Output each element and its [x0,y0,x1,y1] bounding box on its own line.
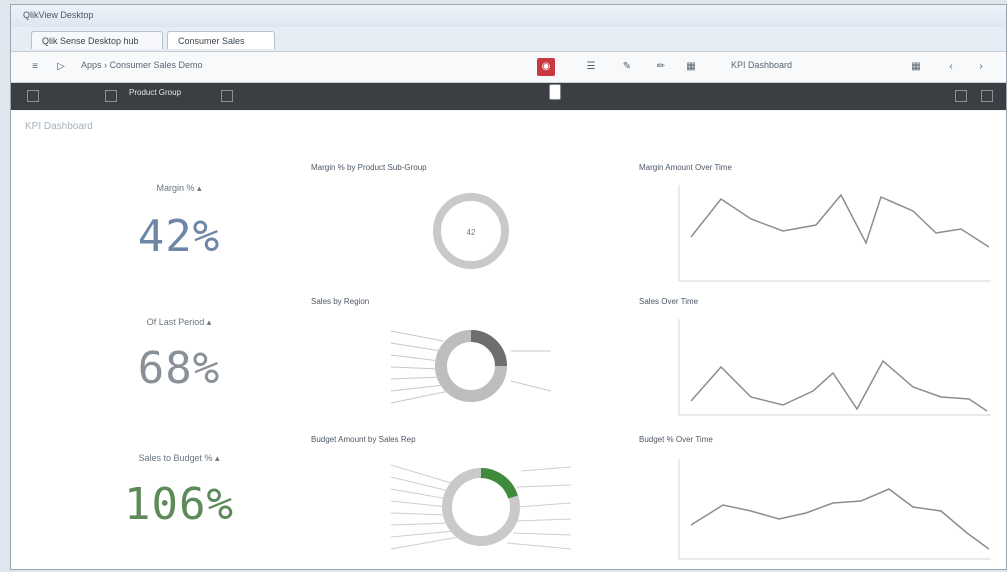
window-title: QlikView Desktop [23,10,94,20]
sheet-menu-icon[interactable]: ▦ [681,58,701,76]
forward-icon[interactable]: ▷ [51,58,71,76]
next-sheet-icon[interactable]: › [971,58,991,76]
tab-hub-label: Qlik Sense Desktop hub [42,36,139,46]
sheet-content: KPI Dashboard Margin % ▴ 42% Of Last Per… [11,111,1006,569]
snapshot-icon[interactable]: ◉ [537,58,555,76]
tab-strip: Qlik Sense Desktop hub Consumer Sales [11,27,1006,65]
chart-sales-region-title: Sales by Region [311,297,370,306]
sheet-title: KPI Dashboard [25,121,93,132]
story-icon[interactable]: ✎ [617,58,637,76]
toolbar: ≡ ▷ Apps › Consumer Sales Demo ◉ ☰ ✎ ✏ ▦… [11,52,1006,83]
sales-line [690,359,988,412]
tab-consumer-sales-label: Consumer Sales [178,36,245,46]
kpi-last-period-label: Of Last Period ▴ [146,317,212,327]
lock-icon[interactable] [221,90,233,102]
bookmark-icon[interactable]: ☰ [581,58,601,76]
chart-budget-time-title: Budget % Over Time [639,435,713,444]
chart-margin-time-title: Margin Amount Over Time [639,163,732,172]
sales-region-donut[interactable] [371,311,571,421]
donut-segment [470,330,507,367]
fullscreen-icon[interactable] [981,90,993,102]
gauge-center-value: 42 [467,228,476,237]
budget-line [690,488,990,550]
budget-time-line-chart[interactable] [651,451,996,563]
back-icon[interactable] [27,90,39,102]
sales-time-line-chart[interactable] [651,311,996,421]
mouse-cursor [549,84,561,100]
previous-sheet-icon[interactable]: ‹ [941,58,961,76]
kpi-margin-value[interactable]: 42% [89,211,269,262]
margin-product-gauge[interactable]: 42 [421,181,521,281]
kpi-budget-label: Sales to Budget % ▴ [138,453,220,463]
sheet-name[interactable]: KPI Dashboard [731,60,792,70]
budget-rep-donut[interactable] [371,451,591,563]
chart-budget-rep-title: Budget Amount by Sales Rep [311,435,416,444]
title-bar: QlikView Desktop [11,5,1006,27]
search-icon[interactable] [955,90,967,102]
margin-line [690,193,990,248]
edit-icon[interactable]: ✏ [651,58,671,76]
kpi-budget-value[interactable]: 106% [89,479,269,530]
selection-bar: Product Group [11,83,1006,110]
navigation-icon[interactable]: ≡ [25,58,45,76]
budget-donut-segment [480,468,518,499]
tab-consumer-sales[interactable]: Consumer Sales [167,31,275,65]
application-window: QlikView Desktop Qlik Sense Desktop hub … [10,4,1007,570]
list-icon[interactable] [105,90,117,102]
chart-sales-time-title: Sales Over Time [639,297,699,306]
grid-icon[interactable]: ▦ [906,58,926,76]
sheet-selector[interactable]: Product Group [129,88,181,97]
margin-time-line-chart[interactable] [651,177,996,287]
kpi-last-period-value[interactable]: 68% [89,343,269,394]
address-breadcrumb[interactable]: Apps › Consumer Sales Demo [81,60,203,70]
kpi-margin-label: Margin % ▴ [156,183,202,193]
chart-margin-product-title: Margin % by Product Sub-Group [311,163,427,172]
tab-hub[interactable]: Qlik Sense Desktop hub [31,31,163,49]
